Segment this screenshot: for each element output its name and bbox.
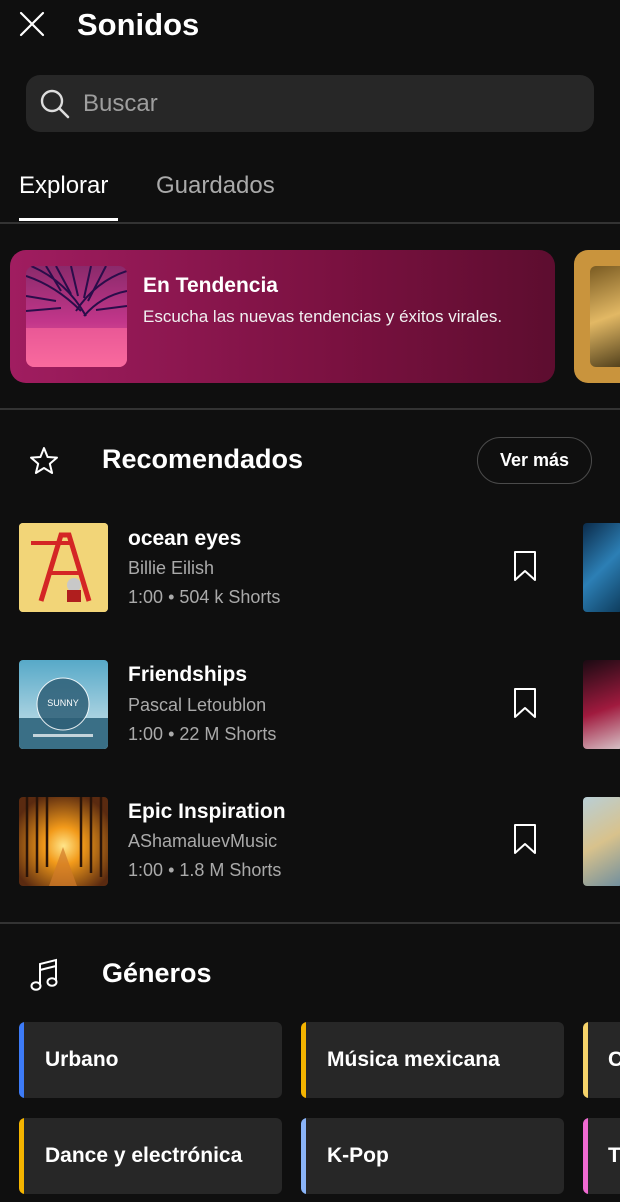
meta-separator: • bbox=[168, 860, 180, 880]
trending-banner[interactable]: En Tendencia Escucha las nuevas tendenci… bbox=[10, 250, 555, 383]
genre-card-musica-mexicana[interactable]: Música mexicana bbox=[301, 1022, 564, 1098]
divider bbox=[0, 922, 620, 924]
bookmark-icon bbox=[512, 687, 538, 724]
section-title-generos: Géneros bbox=[102, 958, 212, 988]
genre-color-bar bbox=[19, 1118, 24, 1194]
trending-artwork bbox=[26, 266, 127, 367]
genre-color-bar bbox=[583, 1022, 588, 1098]
genre-label: K-Pop bbox=[327, 1144, 389, 1167]
svg-text:SUNNY: SUNNY bbox=[47, 698, 79, 708]
genre-card-peek[interactable]: C bbox=[583, 1022, 620, 1098]
song-thumbnail-peek[interactable] bbox=[583, 797, 620, 886]
banner-title: En Tendencia bbox=[143, 274, 278, 297]
song-thumbnail[interactable] bbox=[19, 797, 108, 886]
song-thumbnail[interactable] bbox=[19, 523, 108, 612]
search-input[interactable] bbox=[81, 88, 565, 119]
song-meta: 1:00 • 1.8 M Shorts bbox=[128, 860, 281, 881]
bookmark-button[interactable] bbox=[510, 823, 540, 859]
genre-color-bar bbox=[19, 1022, 24, 1098]
song-shorts-count: 22 M Shorts bbox=[179, 724, 277, 744]
genre-card-urbano[interactable]: Urbano bbox=[19, 1022, 282, 1098]
song-artist: Pascal Letoublon bbox=[128, 695, 267, 715]
genre-card-kpop[interactable]: K-Pop bbox=[301, 1118, 564, 1194]
song-shorts-count: 1.8 M Shorts bbox=[179, 860, 282, 880]
bookmark-icon bbox=[512, 823, 538, 860]
song-title[interactable]: ocean eyes bbox=[128, 527, 241, 551]
song-duration: 1:00 bbox=[128, 860, 164, 880]
close-icon bbox=[19, 11, 45, 42]
banner-description: Escucha las nuevas tendencias y éxitos v… bbox=[143, 307, 503, 326]
tab-guardados[interactable]: Guardados bbox=[156, 170, 275, 202]
genre-color-bar bbox=[583, 1118, 588, 1194]
genre-color-bar bbox=[301, 1118, 306, 1194]
ver-mas-button[interactable]: Ver más bbox=[477, 437, 592, 484]
song-artist: Billie Eilish bbox=[128, 558, 215, 578]
song-shorts-count: 504 k Shorts bbox=[179, 587, 281, 607]
genre-label: C bbox=[608, 1048, 620, 1071]
next-banner-peek[interactable] bbox=[574, 250, 620, 383]
genre-card-dance[interactable]: Dance y electrónica bbox=[19, 1118, 282, 1194]
meta-separator: • bbox=[168, 724, 180, 744]
close-button[interactable] bbox=[14, 8, 50, 44]
meta-separator: • bbox=[168, 587, 180, 607]
song-title[interactable]: Epic Inspiration bbox=[128, 800, 286, 824]
song-thumbnail-peek[interactable] bbox=[583, 523, 620, 612]
song-title[interactable]: Friendships bbox=[128, 663, 247, 687]
bookmark-button[interactable] bbox=[510, 687, 540, 723]
song-meta: 1:00 • 22 M Shorts bbox=[128, 724, 276, 745]
star-icon bbox=[26, 443, 62, 479]
genre-label: Urbano bbox=[45, 1048, 119, 1071]
song-meta: 1:00 • 504 k Shorts bbox=[128, 587, 280, 608]
genre-label: Música mexicana bbox=[327, 1048, 500, 1071]
tab-active-indicator bbox=[19, 218, 118, 221]
genre-card-peek[interactable]: T bbox=[583, 1118, 620, 1194]
genre-label: Dance y electrónica bbox=[45, 1144, 243, 1167]
search-bar[interactable] bbox=[26, 75, 594, 132]
divider bbox=[0, 408, 620, 410]
tab-explorar[interactable]: Explorar bbox=[19, 170, 108, 202]
genre-label: T bbox=[608, 1144, 620, 1167]
genre-color-bar bbox=[301, 1022, 306, 1098]
page-title: Sonidos bbox=[77, 7, 200, 42]
music-note-icon bbox=[26, 957, 62, 993]
song-duration: 1:00 bbox=[128, 724, 164, 744]
bookmark-icon bbox=[512, 550, 538, 587]
song-thumbnail[interactable]: SUNNY bbox=[19, 660, 108, 749]
bookmark-button[interactable] bbox=[510, 550, 540, 586]
song-thumbnail-peek[interactable] bbox=[583, 660, 620, 749]
section-title-recomendados: Recomendados bbox=[102, 444, 304, 474]
song-artist: AShamaluevMusic bbox=[128, 831, 278, 851]
search-icon bbox=[39, 88, 71, 120]
song-duration: 1:00 bbox=[128, 587, 164, 607]
next-banner-artwork bbox=[590, 266, 620, 367]
divider bbox=[0, 222, 620, 224]
